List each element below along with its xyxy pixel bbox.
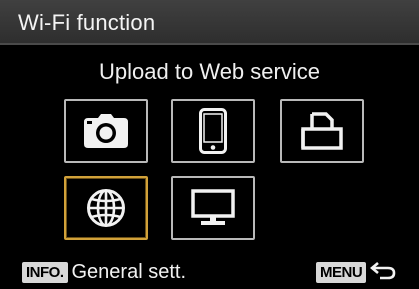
title-bar: Wi-Fi function xyxy=(0,0,419,45)
info-key-badge: INFO. xyxy=(22,262,68,283)
return-arrow-icon xyxy=(370,260,396,285)
selected-option-heading: Upload to Web service xyxy=(99,59,320,84)
printer-option-button[interactable] xyxy=(280,99,364,163)
printer-icon xyxy=(301,112,343,150)
camera-option-button[interactable] xyxy=(64,99,148,163)
screen-title: Wi-Fi function xyxy=(18,10,156,35)
smartphone-option-button[interactable] xyxy=(171,99,255,163)
smartphone-icon xyxy=(199,108,227,154)
menu-key-badge: MENU xyxy=(316,262,367,283)
menu-back-button[interactable]: MENU xyxy=(316,260,396,285)
monitor-icon xyxy=(191,189,235,225)
camera-icon xyxy=(84,114,128,148)
globe-icon xyxy=(87,189,125,227)
media-player-option-button[interactable] xyxy=(171,176,255,240)
general-settings-button[interactable]: INFO. General sett. xyxy=(22,260,186,285)
web-service-option-button[interactable] xyxy=(64,176,148,240)
general-settings-label: General sett. xyxy=(71,261,187,283)
wifi-function-screen: Wi-Fi function Upload to Web service INF… xyxy=(0,0,419,289)
